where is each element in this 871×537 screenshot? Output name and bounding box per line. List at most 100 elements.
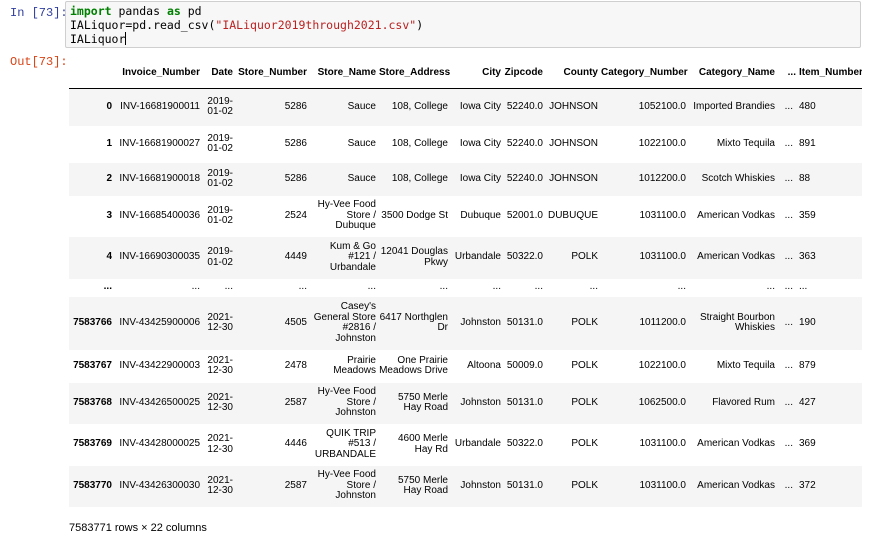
table-cell: ... [191,281,200,293]
table-cell: 5286 [284,172,307,184]
text-cursor [125,32,127,45]
table-cell: 52001.0 [506,209,543,221]
table-cell: Mixto Tequila [716,137,775,149]
table-cell: INV-43425900006 [119,316,200,328]
code-keyword-import: import [70,4,112,18]
table-cell: ... [784,479,793,491]
output-prompt: Out[73]: [10,55,68,69]
table-cell: Urbandale [454,251,501,263]
table-cell: Hy-Vee Food Store / Johnston [317,469,376,502]
code-keyword-as: as [166,4,181,18]
table-cell: INV-16690300035 [119,251,200,263]
column-header: Zipcode [504,66,543,78]
table-cell: ... [492,281,501,293]
table-cell: 2019-01-02 [207,132,233,154]
table-cell: ... [784,396,793,408]
table-cell: ... [589,281,598,293]
table-cell: 88 [799,172,811,184]
dataframe-shape-summary: 7583771 rows × 22 columns [69,522,207,534]
column-header [69,58,115,89]
table-cell: American Vodkas [697,251,775,263]
table-cell: 2021-12-30 [207,433,233,455]
table-cell: Iowa City [459,172,501,184]
table-cell: Mixto Tequila [716,359,775,371]
table-cell: 52240.0 [506,172,543,184]
table-cell: ... [799,281,808,293]
table-cell: 1031100.0 [639,438,686,450]
row-index: 2 [106,172,112,184]
table-cell: ... [784,281,793,293]
table-cell: Hy-Vee Food Store / Dubuque [317,199,376,232]
code-input-cell[interactable]: import pandas as pd IALiquor=pd.read_csv… [65,1,861,48]
table-cell: 1022100.0 [638,137,686,149]
input-prompt: In [73]: [10,6,68,20]
column-header: Invoice_Number [122,66,200,78]
table-cell: Prairie Meadows [333,354,376,376]
table-cell: 2021-12-30 [207,311,233,333]
column-header: Store_Address [379,66,451,78]
table-cell: 50009.0 [506,359,543,371]
table-cell: 12041 Douglas Pkwy [380,246,448,268]
table-cell: Straight Bourbon Whiskies [699,311,775,333]
code-text: IALiquor=pd.read_csv( [70,18,216,32]
table-cell: ... [784,316,793,328]
table-cell: ... [367,281,376,293]
table-row: 0 INV-16681900011 2019-01-02 5286 Sauce 108, … [69,88,862,126]
table-cell: ... [298,281,307,293]
table-cell: Dubuque [460,209,501,221]
table-cell: 1031100.0 [639,209,686,221]
table-cell: ... [784,438,793,450]
table-row: 7583770 INV-43426300030 2021-12-30 2587 Hy-V… [69,465,862,507]
table-cell: Sauce [347,101,376,112]
table-cell: 372 [799,479,816,491]
table-cell: 190 [799,316,816,328]
table-row: ....................................... [69,279,862,297]
table-cell: JOHNSON [549,137,598,149]
table-cell: Sauce [347,172,376,184]
table-cell: Flavored Rum [712,396,775,408]
table-cell: 50322.0 [506,251,543,263]
table-cell: Sauce [347,137,376,149]
column-header: Category_Number [601,66,688,78]
table-cell: POLK [571,479,598,491]
table-cell: Casey's General Store #2816 / Johnston [313,301,376,344]
row-index: ... [103,281,112,293]
table-cell: 2587 [284,479,307,491]
table-cell: 5286 [284,137,307,149]
table-cell: 2019-01-02 [207,246,233,268]
table-cell: 1011200.0 [639,316,686,328]
table-row: 3 INV-16685400036 2019-01-02 2524 Hy-Vee Foo… [69,196,862,237]
table-cell: 363 [799,251,816,263]
table-cell: ... [677,281,686,293]
table-cell: POLK [571,316,598,328]
table-cell: 52240.0 [506,137,543,149]
table-cell: 480 [799,101,816,112]
table-cell: 108, College [391,137,448,149]
table-cell: 1031100.0 [639,479,686,491]
table-cell: Kum & Go #121 / Urbandale [329,240,376,273]
row-index: 0 [106,101,112,112]
column-header: Store_Name [317,66,376,78]
table-cell: 108, College [391,172,448,184]
table-cell: American Vodkas [697,438,775,450]
table-cell: 5286 [284,101,307,112]
table-cell: 1052100.0 [638,101,686,112]
table-cell: INV-16681900011 [120,101,200,112]
table-cell: INV-43422900003 [119,359,200,371]
table-cell: ... [534,281,543,293]
row-index: 3 [106,209,112,221]
table-row: 1 INV-16681900027 2019-01-02 5286 Sauce 108, … [69,126,862,163]
table-cell: Scotch Whiskies [701,172,775,184]
table-cell: ... [784,172,793,184]
table-cell: ... [766,281,775,293]
table-cell: 2019-01-02 [207,204,233,226]
row-index: 7583770 [73,479,112,491]
table-cell: Urbandale [454,438,501,450]
row-index: 7583767 [73,359,112,371]
table-cell: ... [784,251,793,263]
table-cell: 1012200.0 [638,172,686,184]
table-cell: Johnston [460,396,501,408]
table-cell: 50322.0 [506,438,543,450]
table-cell: 2021-12-30 [207,354,233,376]
table-cell: INV-16685400036 [119,209,200,221]
